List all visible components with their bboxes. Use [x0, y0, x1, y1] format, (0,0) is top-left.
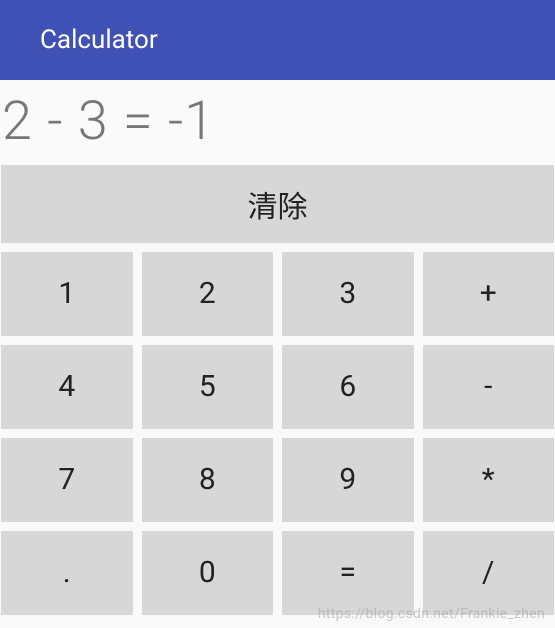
key-9[interactable]: 9	[282, 438, 414, 522]
clear-button[interactable]: 清除	[1, 165, 554, 243]
key-8[interactable]: 8	[142, 438, 274, 522]
key-3[interactable]: 3	[282, 252, 414, 336]
app-title: Calculator	[40, 25, 158, 55]
key-6[interactable]: 6	[282, 345, 414, 429]
key-divide[interactable]: /	[423, 531, 555, 615]
app-bar: Calculator	[0, 0, 555, 80]
key-minus[interactable]: -	[423, 345, 555, 429]
key-dot[interactable]: .	[1, 531, 133, 615]
key-5[interactable]: 5	[142, 345, 274, 429]
key-plus[interactable]: +	[423, 252, 555, 336]
key-multiply[interactable]: *	[423, 438, 555, 522]
key-4[interactable]: 4	[1, 345, 133, 429]
key-7[interactable]: 7	[1, 438, 133, 522]
button-area: 清除 1 2 3 + 4 5 6 - 7 8 9 * . 0 = /	[0, 165, 555, 617]
key-equals[interactable]: =	[282, 531, 414, 615]
key-0[interactable]: 0	[142, 531, 274, 615]
key-2[interactable]: 2	[142, 252, 274, 336]
key-grid: 1 2 3 + 4 5 6 - 7 8 9 * . 0 = /	[1, 252, 554, 615]
key-1[interactable]: 1	[1, 252, 133, 336]
display-output: 2 - 3 = -1	[0, 80, 555, 165]
